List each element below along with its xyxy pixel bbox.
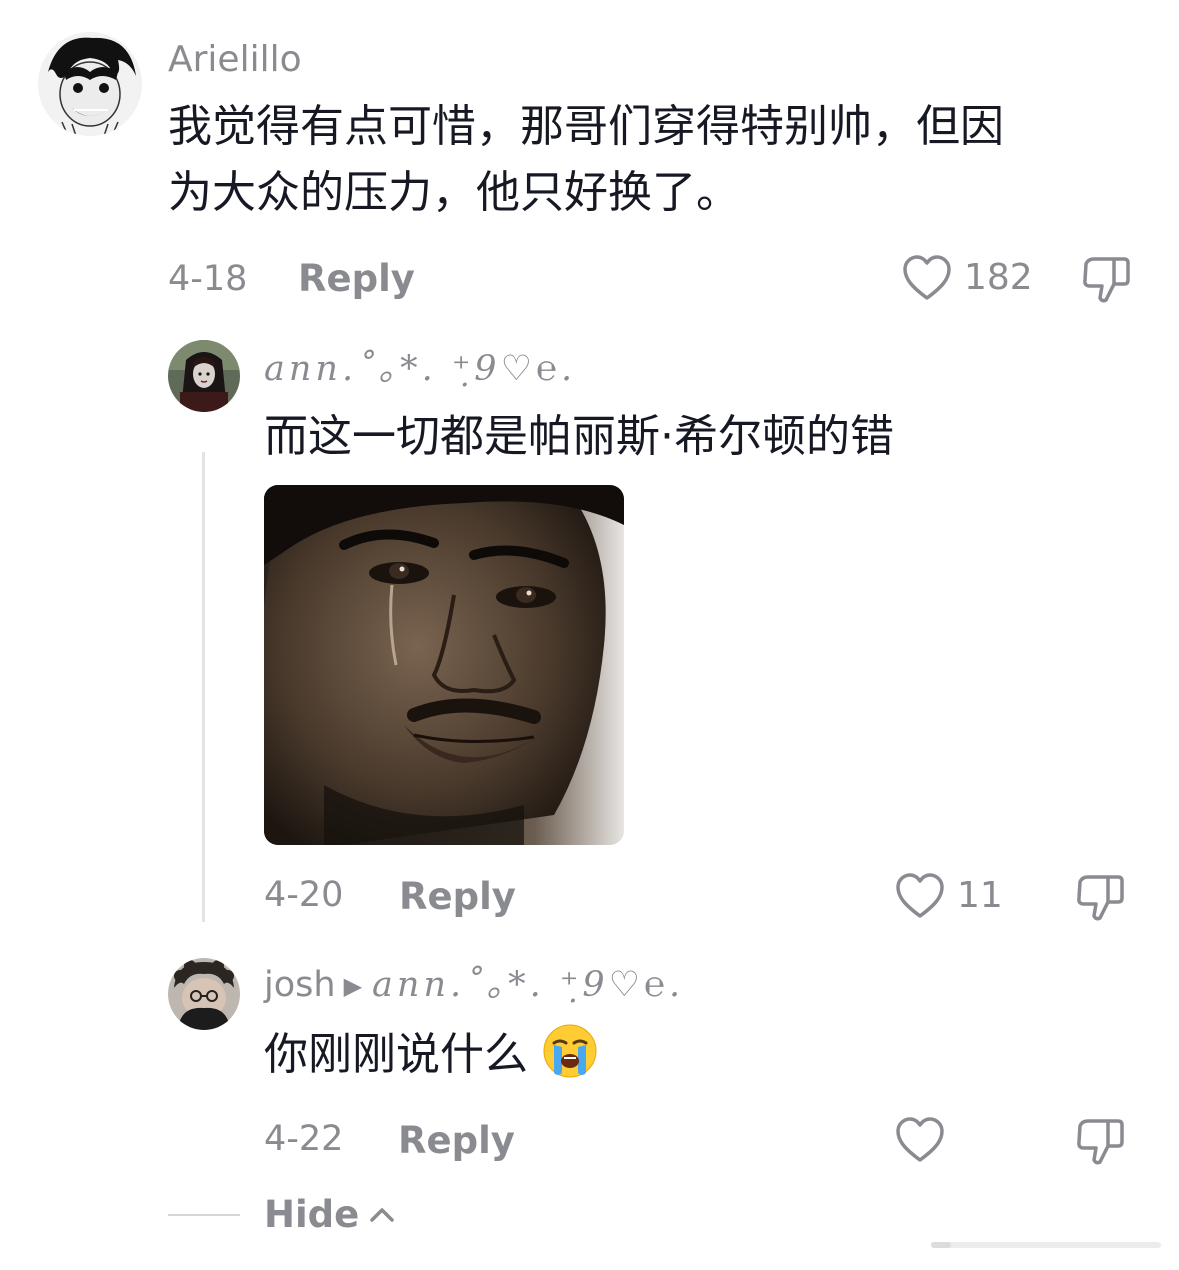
heart-icon — [903, 255, 951, 300]
manga-avatar-icon — [38, 32, 142, 136]
dislike-button[interactable] — [1080, 254, 1132, 306]
reply-author-name[interactable]: josh — [264, 965, 336, 1005]
dislike-button[interactable] — [1074, 872, 1126, 924]
comment-text-line: 你刚刚说什么 — [264, 1022, 598, 1088]
hide-label: Hide — [264, 1193, 360, 1236]
thread-line — [202, 452, 205, 922]
comment-image[interactable] — [264, 485, 624, 845]
heart-icon — [896, 1117, 944, 1162]
comment-text-line: 我觉得有点可惜，那哥们穿得特别帅，但因 — [168, 101, 1004, 152]
comment-date: 4-22 — [264, 1119, 344, 1159]
reply-button[interactable]: Reply — [399, 878, 516, 915]
avatar[interactable] — [168, 958, 240, 1030]
like-button[interactable]: 11 — [895, 872, 1003, 920]
comment-text-line: 而这一切都是帕丽斯·希尔顿的错 — [264, 411, 894, 462]
loudly-crying-face-icon — [543, 1024, 597, 1078]
home-indicator — [931, 1242, 1161, 1248]
comment-date: 4-20 — [264, 875, 344, 915]
hide-divider — [168, 1214, 240, 1216]
chevron-up-icon — [370, 1207, 394, 1222]
avatar[interactable] — [168, 340, 240, 412]
dislike-button[interactable] — [1074, 1116, 1126, 1168]
comment-username[interactable]: 𝑎𝑛𝑛.˚｡*. ⁺̣9♡℮. — [264, 352, 576, 387]
like-count: 182 — [964, 257, 1033, 298]
like-button[interactable] — [895, 1116, 957, 1164]
like-button[interactable]: 182 — [902, 254, 1033, 302]
like-count: 11 — [957, 875, 1003, 916]
comment-username[interactable]: josh ▶ 𝑎𝑛𝑛.˚｡*. ⁺̣9♡℮. — [264, 968, 684, 1003]
comment-username[interactable]: Arielillo — [168, 42, 302, 78]
thumbs-down-icon — [1083, 257, 1130, 303]
hide-replies-button[interactable]: Hide — [264, 1196, 397, 1233]
reply-button[interactable]: Reply — [298, 260, 415, 297]
heart-icon — [896, 873, 944, 918]
crying-man-photo-icon — [264, 485, 624, 845]
reply-button[interactable]: Reply — [398, 1122, 515, 1159]
avatar[interactable] — [38, 32, 142, 136]
thumbs-down-icon — [1077, 875, 1124, 921]
replied-to-name[interactable]: 𝑎𝑛𝑛.˚｡*. ⁺̣9♡℮. — [372, 965, 684, 1005]
thumbs-down-icon — [1077, 1119, 1124, 1165]
comment-date: 4-18 — [168, 259, 248, 299]
reply-arrow-icon: ▶ — [343, 972, 363, 1000]
curly-hair-avatar-icon — [168, 958, 240, 1030]
comment-text-line: 为大众的压力，他只好换了。 — [168, 167, 740, 218]
goth-avatar-icon — [168, 340, 240, 412]
comment-text: 你刚刚说什么 — [264, 1029, 528, 1080]
